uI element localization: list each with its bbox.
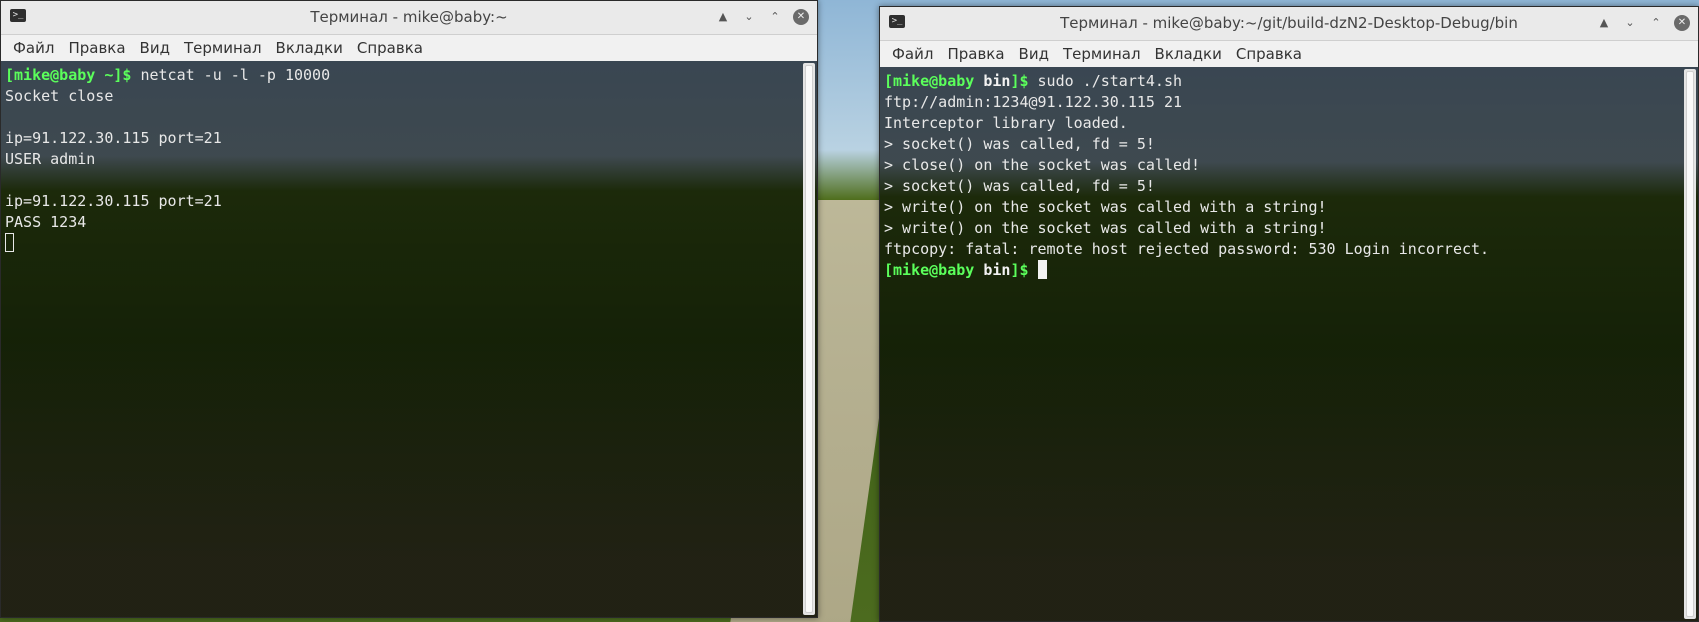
menubar: Файл Правка Вид Терминал Вкладки Справка	[1, 35, 817, 62]
shade-icon[interactable]: ▲	[1596, 15, 1612, 31]
menu-tabs[interactable]: Вкладки	[269, 35, 350, 61]
terminal-line: USER admin	[5, 150, 96, 168]
menu-help[interactable]: Справка	[350, 35, 430, 61]
prompt-user: [mike@baby	[884, 261, 984, 279]
terminal-line: ip=91.122.30.115 port=21	[5, 129, 222, 147]
maximize-icon[interactable]: ⌃	[1648, 15, 1664, 31]
command: netcat -u -l -p 10000	[131, 66, 331, 84]
terminal-line: [mike@baby bin]$	[884, 260, 1678, 281]
prompt: [mike@baby ~]$	[5, 66, 132, 84]
menu-tabs[interactable]: Вкладки	[1148, 41, 1229, 67]
terminal-line: Interceptor library loaded.	[884, 114, 1128, 132]
menu-view[interactable]: Вид	[133, 35, 177, 61]
menu-file[interactable]: Файл	[6, 35, 61, 61]
terminal-line: > socket() was called, fd = 5!	[884, 177, 1155, 195]
scrollbar[interactable]	[803, 63, 815, 615]
terminal-line: ftp://admin:1234@91.122.30.115 21	[884, 93, 1183, 111]
shade-icon[interactable]: ▲	[715, 9, 731, 25]
terminal-line: > write() on the socket was called with …	[884, 198, 1327, 216]
terminal-line: Socket close	[5, 87, 114, 105]
terminal-line	[5, 233, 797, 254]
command: sudo ./start4.sh	[1028, 72, 1183, 90]
menu-edit[interactable]: Правка	[61, 35, 132, 61]
window-title: Терминал - mike@baby:~/git/build-dzN2-De…	[1060, 14, 1518, 32]
cursor	[5, 233, 14, 252]
cursor	[1037, 260, 1047, 279]
menu-help[interactable]: Справка	[1229, 41, 1309, 67]
menu-file[interactable]: Файл	[885, 41, 940, 67]
prompt-dir: bin	[983, 261, 1011, 279]
terminal-area[interactable]: [mike@baby ~]$ netcat -u -l -p 10000 Soc…	[1, 61, 817, 617]
menu-terminal[interactable]: Терминал	[177, 35, 269, 61]
prompt-end: ]$	[1010, 72, 1029, 90]
scrollbar-thumb[interactable]	[805, 65, 813, 613]
close-icon[interactable]: ✕	[1674, 15, 1690, 31]
window-title: Терминал - mike@baby:~	[310, 8, 508, 26]
menu-terminal[interactable]: Терминал	[1056, 41, 1148, 67]
minimize-icon[interactable]: ⌄	[1622, 15, 1638, 31]
terminal-line: > close() on the socket was called!	[884, 156, 1201, 174]
menu-edit[interactable]: Правка	[940, 41, 1011, 67]
prompt-dir: bin	[983, 72, 1011, 90]
terminal-window-right[interactable]: >_ Терминал - mike@baby:~/git/build-dzN2…	[879, 6, 1699, 622]
terminal-line: > socket() was called, fd = 5!	[884, 135, 1155, 153]
menu-view[interactable]: Вид	[1012, 41, 1056, 67]
terminal-area[interactable]: [mike@baby bin]$ sudo ./start4.sh ftp://…	[880, 67, 1698, 621]
minimize-icon[interactable]: ⌄	[741, 9, 757, 25]
scrollbar-thumb[interactable]	[1686, 71, 1694, 617]
terminal-line: ip=91.122.30.115 port=21	[5, 192, 222, 210]
terminal-line: > write() on the socket was called with …	[884, 219, 1327, 237]
menubar: Файл Правка Вид Терминал Вкладки Справка	[880, 41, 1698, 68]
terminal-line: PASS 1234	[5, 213, 87, 231]
maximize-icon[interactable]: ⌃	[767, 9, 783, 25]
terminal-line: [mike@baby ~]$ netcat -u -l -p 10000	[5, 65, 797, 86]
terminal-line: [mike@baby bin]$ sudo ./start4.sh	[884, 71, 1678, 92]
prompt-user: [mike@baby	[884, 72, 984, 90]
close-icon[interactable]: ✕	[793, 9, 809, 25]
terminal-window-left[interactable]: >_ Терминал - mike@baby:~ ▲ ⌄ ⌃ ✕ Файл П…	[0, 0, 818, 618]
scrollbar[interactable]	[1684, 69, 1696, 619]
titlebar[interactable]: >_ Терминал - mike@baby:~/git/build-dzN2…	[880, 7, 1698, 41]
terminal-line: ftpcopy: fatal: remote host rejected pas…	[884, 240, 1490, 258]
titlebar[interactable]: >_ Терминал - mike@baby:~ ▲ ⌄ ⌃ ✕	[1, 1, 817, 35]
prompt-end: ]$	[1010, 261, 1029, 279]
